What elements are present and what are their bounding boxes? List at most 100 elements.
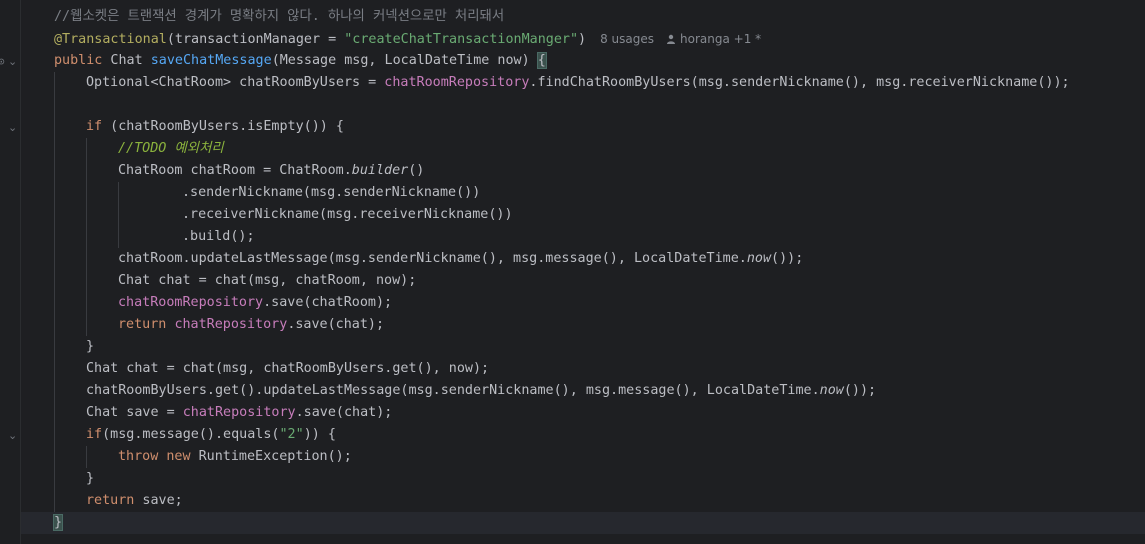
indent-guide	[54, 94, 55, 116]
code-line-15[interactable]: return chatRepository.save(chat);	[21, 314, 1145, 336]
comment: //웹소켓은 트랜잭션 경계가 명확하지 않다. 하나의 커넥션으로만 처리돼서	[54, 9, 505, 24]
string-literal: "createChatTransactionManger"	[344, 32, 579, 47]
indent-guide	[54, 248, 55, 270]
code-text: .senderNickname(msg.senderNickname())	[182, 185, 481, 200]
code-text: RuntimeException();	[190, 449, 352, 464]
usages-hint[interactable]: 8 usages	[600, 32, 654, 46]
indent-guide	[86, 270, 87, 292]
keyword: throw	[118, 449, 159, 464]
code-line-2[interactable]: @Transactional(transactionManager = "cre…	[21, 28, 1145, 50]
code-line-22[interactable]: }	[21, 468, 1145, 490]
code-line-24[interactable]: }	[21, 512, 1145, 534]
static-method: now	[819, 383, 844, 398]
indent-guide	[54, 72, 55, 94]
code-line-17[interactable]: Chat chat = chat(msg, chatRoomByUsers.ge…	[21, 358, 1145, 380]
annotation: @Transactional	[54, 32, 167, 47]
code-line-10[interactable]: .receiverNickname(msg.receiverNickname()…	[21, 204, 1145, 226]
indent-guide	[54, 160, 55, 182]
fold-chevron-down-icon[interactable]: ⌄	[8, 51, 18, 73]
code-line-21[interactable]: throw new RuntimeException();	[21, 446, 1145, 468]
code-text: Optional<ChatRoom> chatRoomByUsers =	[86, 75, 385, 90]
indent-guide	[54, 358, 55, 380]
code-line-5[interactable]	[21, 94, 1145, 116]
fold-chevron-down-icon[interactable]: ⌄	[8, 425, 18, 447]
code-line-16[interactable]: }	[21, 336, 1145, 358]
code-text: ());	[843, 383, 877, 398]
code-line-20[interactable]: if(msg.message().equals("2")) {	[21, 424, 1145, 446]
code-text: ());	[771, 251, 804, 266]
code-text: .save(chat);	[287, 317, 385, 332]
indent-guide	[86, 138, 87, 160]
indent-guide	[54, 226, 55, 248]
code-text: Chat save =	[86, 405, 183, 420]
code-text: ChatRoom chatRoom = ChatRoom.	[118, 163, 352, 178]
code-text: (msg.message().equals(	[102, 427, 280, 442]
indent-guide	[118, 226, 119, 248]
code-line-12[interactable]: chatRoom.updateLastMessage(msg.senderNic…	[21, 248, 1145, 270]
code-text: (transactionManager =	[166, 32, 345, 47]
fold-chevron-down-icon[interactable]: ⌄	[8, 117, 18, 139]
indent-guide	[86, 314, 87, 336]
static-method: now	[746, 251, 772, 266]
todo-comment: //TODO 예외처리	[118, 141, 224, 156]
code-text: Chat chat = chat(msg, chatRoom, now);	[118, 273, 417, 288]
matched-brace: }	[52, 514, 64, 531]
code-line-8[interactable]: ChatRoom chatRoom = ChatRoom.builder()	[21, 160, 1145, 182]
code-line-7[interactable]: //TODO 예외처리	[21, 138, 1145, 160]
indent-guide	[54, 424, 55, 446]
code-text: .save(chat);	[295, 405, 393, 420]
code-line-1[interactable]: //웹소켓은 트랜잭션 경계가 명확하지 않다. 하나의 커넥션으로만 처리돼서	[21, 6, 1145, 28]
code-line-6[interactable]: if (chatRoomByUsers.isEmpty()) {	[21, 116, 1145, 138]
code-text: ()	[408, 163, 425, 178]
indent-guide	[86, 226, 87, 248]
code-line-13[interactable]: Chat chat = chat(msg, chatRoom, now);	[21, 270, 1145, 292]
keyword: return	[86, 493, 135, 508]
code-editor[interactable]: //웹소켓은 트랜잭션 경계가 명확하지 않다. 하나의 커넥션으로만 처리돼서…	[21, 6, 1145, 544]
code-text: .build();	[182, 229, 255, 244]
indent-guide	[54, 402, 55, 424]
code-line-18[interactable]: chatRoomByUsers.get().updateLastMessage(…	[21, 380, 1145, 402]
code-text: )) {	[303, 427, 336, 442]
code-text: save;	[134, 493, 183, 508]
indent-guide	[54, 446, 55, 468]
run-marker-icon[interactable]: ⊙	[0, 51, 6, 73]
indent-guide	[54, 490, 55, 512]
code-text: Chat	[102, 53, 151, 68]
code-line-3[interactable]: public Chat saveChatMessage(Message msg,…	[21, 50, 1145, 72]
indent-guide	[86, 204, 87, 226]
indent-guide	[54, 270, 55, 292]
code-text: chatRoom.updateLastMessage(msg.senderNic…	[118, 251, 747, 266]
matched-brace: {	[536, 52, 547, 69]
method-name: saveChatMessage	[150, 53, 272, 68]
indent-guide	[86, 446, 87, 468]
author-hint[interactable]: horanga +1 *	[666, 28, 761, 50]
code-line-4[interactable]: Optional<ChatRoom> chatRoomByUsers = cha…	[21, 72, 1145, 94]
code-line-11[interactable]: .build();	[21, 226, 1145, 248]
code-text: chatRoomByUsers.get().updateLastMessage(…	[86, 383, 820, 398]
keyword: if	[86, 427, 103, 442]
keyword: new	[166, 449, 191, 464]
indent-guide	[118, 182, 119, 204]
static-method: builder	[351, 163, 409, 178]
code-text: }	[86, 471, 95, 486]
indent-guide	[86, 292, 87, 314]
field-ref: chatRoomRepository	[118, 295, 264, 310]
indent-guide	[54, 336, 55, 358]
indent-guide	[54, 292, 55, 314]
code-line-14[interactable]: chatRoomRepository.save(chatRoom);	[21, 292, 1145, 314]
code-line-9[interactable]: .senderNickname(msg.senderNickname())	[21, 182, 1145, 204]
lightbulb-icon[interactable]	[0, 490, 1, 512]
code-text: )	[578, 32, 587, 47]
indent-guide	[54, 380, 55, 402]
code-text: Chat chat = chat(msg, chatRoomByUsers.ge…	[86, 361, 490, 376]
code-text: }	[86, 339, 95, 354]
editor-gutter	[0, 0, 20, 544]
code-text: .save(chatRoom);	[263, 295, 393, 310]
indent-guide	[54, 204, 55, 226]
author-text: horanga +1 *	[680, 32, 762, 46]
indent-guide	[86, 248, 87, 270]
code-line-23[interactable]: return save;	[21, 490, 1145, 512]
code-text: .receiverNickname(msg.receiverNickname()…	[182, 207, 513, 222]
field-ref: chatRepository	[174, 317, 288, 332]
code-line-19[interactable]: Chat save = chatRepository.save(chat);	[21, 402, 1145, 424]
